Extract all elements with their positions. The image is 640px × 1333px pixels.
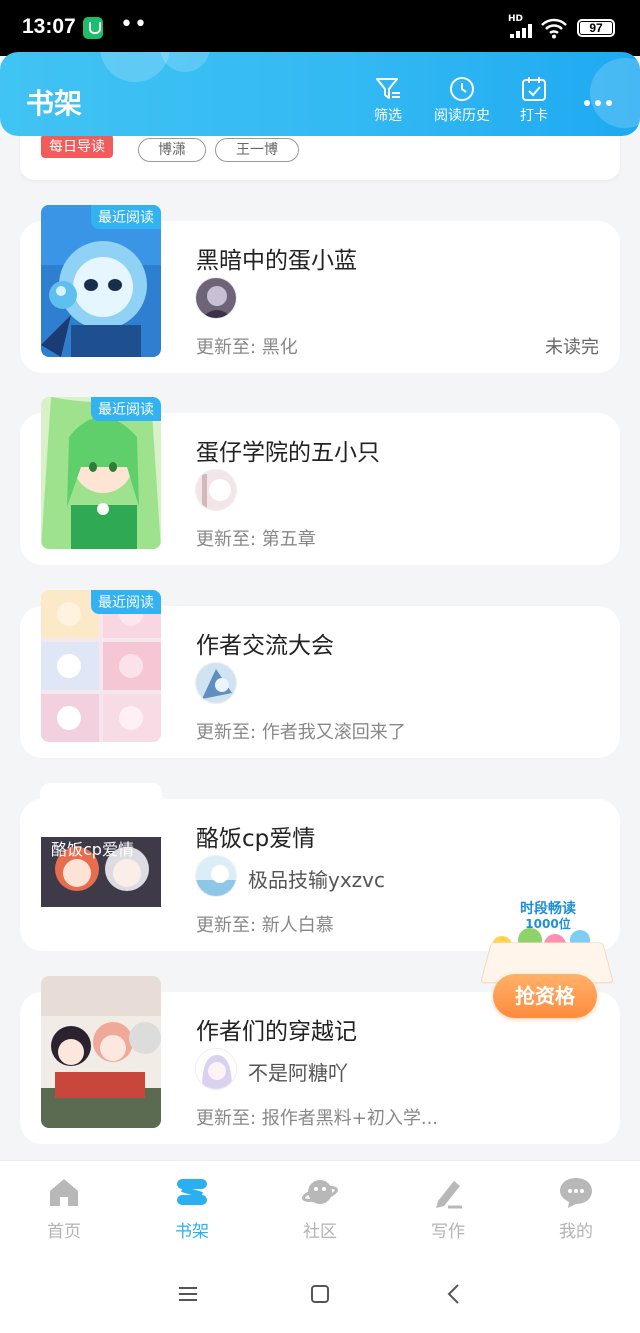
nav-mine[interactable]: 我的 — [536, 1175, 616, 1242]
recent-read-badge: 最近阅读 — [91, 397, 161, 421]
update-info: 更新至: 黑化 — [196, 337, 298, 358]
book-cover[interactable]: 酪饭cp爱情 — [41, 799, 161, 951]
filter-button[interactable]: 筛选 — [374, 76, 402, 125]
reading-history-button[interactable]: 阅读历史 — [434, 76, 490, 125]
home-icon — [50, 1179, 78, 1206]
more-icon[interactable] — [584, 100, 612, 106]
planet-icon — [302, 1180, 338, 1204]
status-bar: 13:07 •• HD 97 — [0, 0, 640, 56]
system-nav-bar — [0, 1256, 640, 1333]
network-type: HD — [508, 14, 524, 24]
wifi-icon — [541, 18, 567, 39]
bottom-nav: 首页 书架 社区 写作 我的 — [0, 1160, 640, 1256]
daily-tag[interactable]: 王一博 — [215, 138, 299, 162]
nav-home-label: 首页 — [47, 1222, 81, 1242]
book-card[interactable]: 最近阅读 黑暗中的蛋小蓝 更新至: 黑化 未读完 — [20, 205, 620, 373]
promo-subtitle: 1000位 — [525, 917, 571, 931]
nav-community-label: 社区 — [303, 1222, 337, 1242]
back-icon[interactable] — [440, 1280, 468, 1308]
author-avatar[interactable] — [195, 277, 237, 319]
author-avatar[interactable] — [195, 469, 237, 511]
status-time: 13:07 — [22, 15, 76, 38]
book-title: 作者交流大会 — [196, 633, 334, 659]
book-title: 酪饭cp爱情 — [196, 826, 316, 852]
book-card[interactable]: 最近阅读 蛋仔学院的五小只 更新至: 第五章 — [20, 397, 620, 565]
book-card[interactable]: 最近阅读 作者交流大会 更新至: 作者我又滚回来了 — [20, 590, 620, 758]
nav-community[interactable]: 社区 — [280, 1175, 360, 1242]
author-avatar[interactable] — [195, 855, 237, 897]
book-cover[interactable]: 最近阅读 — [41, 205, 161, 357]
chat-bubble-icon — [560, 1178, 592, 1208]
calendar-check-icon — [522, 77, 546, 101]
nav-bookshelf-label: 书架 — [175, 1222, 209, 1242]
promo-widget[interactable]: 时段畅读 1000位 抢资格 — [478, 896, 618, 1020]
nav-write[interactable]: 写作 — [408, 1175, 488, 1242]
book-cover[interactable] — [41, 976, 161, 1128]
svg-text:酪饭cp爱情: 酪饭cp爱情 — [51, 840, 134, 859]
filter-label: 筛选 — [374, 108, 402, 124]
nav-write-label: 写作 — [431, 1222, 465, 1242]
recent-read-badge: 最近阅读 — [91, 590, 161, 614]
daily-guide-badge: 每日导读 — [41, 134, 113, 158]
author-name[interactable]: 极品技输yxzvc — [248, 864, 385, 893]
update-info: 更新至: 报作者黑料+初入学... — [196, 1108, 439, 1129]
book-title: 作者们的穿越记 — [196, 1019, 357, 1045]
book-cover[interactable]: 最近阅读 — [41, 590, 161, 742]
nav-mine-label: 我的 — [559, 1222, 593, 1242]
signal-icon — [510, 24, 534, 38]
check-in-label: 打卡 — [520, 108, 548, 124]
page-title: 书架 — [26, 87, 83, 120]
home-square-icon[interactable] — [306, 1280, 334, 1308]
book-title: 黑暗中的蛋小蓝 — [196, 248, 357, 274]
author-name[interactable]: 不是阿糖吖 — [248, 1057, 348, 1086]
recent-read-badge: 最近阅读 — [91, 205, 161, 229]
author-avatar[interactable] — [195, 662, 237, 704]
clock-icon — [450, 77, 474, 101]
filter-icon — [376, 78, 400, 99]
read-status: 未读完 — [545, 337, 599, 358]
daily-tag[interactable]: 博潇 — [138, 138, 206, 162]
battery-icon: 97 — [577, 19, 615, 37]
bookshelf-icon — [177, 1179, 207, 1205]
app-header: 书架 筛选 阅读历史 打卡 — [0, 52, 640, 136]
book-cover[interactable]: 最近阅读 — [41, 397, 161, 549]
reading-history-label: 阅读历史 — [434, 108, 490, 124]
nav-bookshelf[interactable]: 书架 — [152, 1175, 232, 1242]
notification-dots: •• — [120, 12, 148, 37]
menu-icon[interactable] — [174, 1280, 202, 1308]
book-title: 蛋仔学院的五小只 — [196, 440, 380, 466]
update-info: 更新至: 第五章 — [196, 529, 316, 550]
shield-icon — [83, 17, 103, 39]
battery-level: 97 — [589, 21, 603, 35]
author-avatar[interactable] — [195, 1048, 237, 1090]
update-info: 更新至: 新人白慕 — [196, 915, 334, 936]
check-in-button[interactable]: 打卡 — [520, 76, 548, 125]
pen-icon — [436, 1181, 462, 1209]
grab-slot-button[interactable]: 抢资格 — [493, 974, 597, 1018]
update-info: 更新至: 作者我又滚回来了 — [196, 722, 406, 743]
nav-home[interactable]: 首页 — [24, 1175, 104, 1242]
